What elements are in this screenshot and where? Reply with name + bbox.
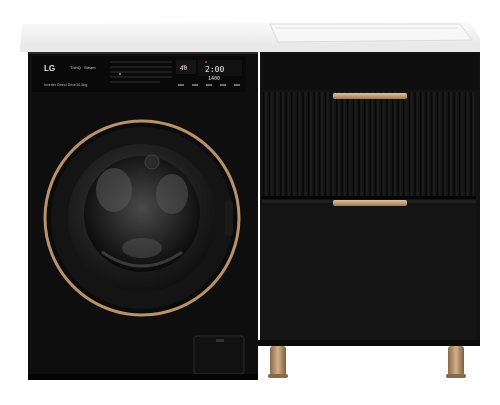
upper-drawer-handle[interactable] <box>333 93 407 99</box>
capacity-label: 10.5kg <box>76 83 87 87</box>
lower-drawer-handle[interactable] <box>333 200 407 206</box>
product-scene: LG ThinQ Steam Inverter Direct Drive 10.… <box>0 0 500 400</box>
steam-label: Steam <box>84 65 96 70</box>
cabinet-leg-right <box>448 346 464 376</box>
door-handle[interactable] <box>225 200 233 236</box>
drum-tech-label: Inverter Direct Drive <box>44 83 76 87</box>
lower-drawer[interactable] <box>262 200 476 340</box>
washer-cabinet-illustration: LG ThinQ Steam Inverter Direct Drive 10.… <box>20 22 480 380</box>
brand-logo: LG <box>44 64 55 73</box>
program-dial[interactable] <box>118 72 122 76</box>
display-temp: 40 <box>180 65 188 72</box>
thinq-label: ThinQ <box>70 65 81 70</box>
cabinet-leg-left <box>270 346 286 376</box>
display-spin: 1400 <box>208 76 220 82</box>
upper-drawer[interactable] <box>262 92 476 196</box>
sink-basin <box>269 23 473 43</box>
display-time: 2:00 <box>205 65 224 74</box>
